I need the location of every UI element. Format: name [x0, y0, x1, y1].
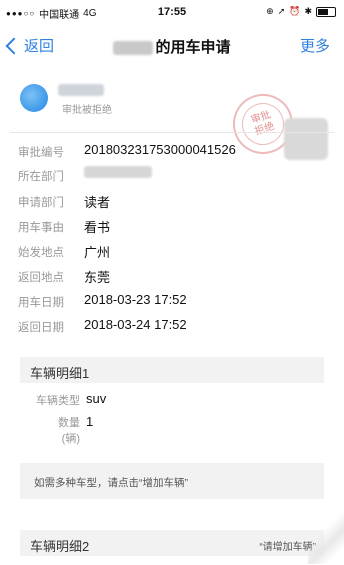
divider [10, 132, 334, 133]
vehicle-quantity-row: 数量 (辆) 1 [0, 410, 344, 446]
detail-label: 所在部门 [18, 171, 64, 183]
detail-row-department: 所在部门 [0, 164, 344, 186]
section-title: 车辆明细1 [30, 366, 90, 381]
detail-label: 审批编号 [18, 147, 64, 159]
vehicle-quantity-label: 数量 (辆) [18, 415, 80, 447]
vehicle-section-header-2: 车辆明细2 “请增加车辆” [20, 530, 324, 556]
detail-value: 20180323175300004152​6 [84, 142, 236, 157]
detail-value: 东莞 [84, 270, 111, 285]
hint-text: 如需多种车型，请点击“增加车辆” [34, 477, 188, 489]
detail-value [84, 166, 152, 181]
detail-row-return-date: 返回日期 2018-03-24 17:52 [0, 315, 344, 337]
vehicle-type-value: suv [86, 391, 107, 406]
section-title: 车辆明细2 [30, 539, 90, 554]
status-bar: ●●●○○ 中国联通 4G 17:55 ⊕ ➚ ⏰ ✱ [0, 0, 344, 24]
redacted-name [113, 41, 154, 56]
detail-row-use-date: 用车日期 2018-03-23 17:52 [0, 290, 344, 312]
redacted-applicant-name [58, 84, 104, 96]
detail-label: 返回日期 [18, 322, 64, 334]
status-right: ⊕ ➚ ⏰ ✱ [266, 6, 336, 17]
detail-row-applying-department: 申请部门 读者 [0, 190, 344, 212]
vehicle-type-row: 车辆类型 suv [0, 387, 344, 409]
quantity-label-line1: 数量 [58, 417, 80, 429]
detail-value: 2018-03-24 17:52 [84, 317, 187, 332]
bluetooth-icon: ✱ [304, 6, 312, 16]
vehicle-type-label: 车辆类型 [36, 395, 80, 407]
page-title-text: 的用车申请 [155, 39, 231, 56]
vehicle-quantity-value: 1 [86, 414, 94, 429]
detail-value: 看书 [84, 220, 111, 235]
add-vehicle-hint: 如需多种车型，请点击“增加车辆” [20, 463, 324, 499]
detail-label: 始发地点 [18, 247, 64, 259]
detail-label: 申请部门 [18, 197, 64, 209]
image-artifact [308, 506, 344, 564]
detail-value: 2018-03-23 17:52 [84, 292, 187, 307]
redacted-department [84, 166, 152, 178]
detail-row-origin: 始发地点 广州 [0, 240, 344, 262]
detail-value: 读者 [84, 195, 111, 210]
alarm-icon: ⏰ [289, 6, 301, 16]
approval-status: 审批被拒绝 [62, 105, 112, 116]
detail-row-approval-number: 审批编号 20180323175300004152​6 [0, 140, 344, 162]
detail-row-reason: 用车事由 看书 [0, 215, 344, 237]
avatar [20, 84, 48, 112]
detail-value: 广州 [84, 245, 111, 260]
detail-label: 用车日期 [18, 297, 64, 309]
detail-label: 用车事由 [18, 222, 64, 234]
detail-row-return-place: 返回地点 东莞 [0, 265, 344, 287]
vehicle-section-header-1: 车辆明细1 [20, 357, 324, 383]
page-title: 的用车申请 [0, 36, 344, 57]
quantity-label-line2: (辆) [61, 433, 80, 445]
detail-label: 返回地点 [18, 272, 64, 284]
battery-icon [316, 6, 336, 17]
lock-rotation-icon: ⊕ [266, 6, 274, 16]
nav-bar: 返回 的用车申请 更多 [0, 24, 344, 68]
location-icon: ➚ [277, 6, 286, 16]
more-button[interactable]: 更多 [300, 35, 330, 56]
